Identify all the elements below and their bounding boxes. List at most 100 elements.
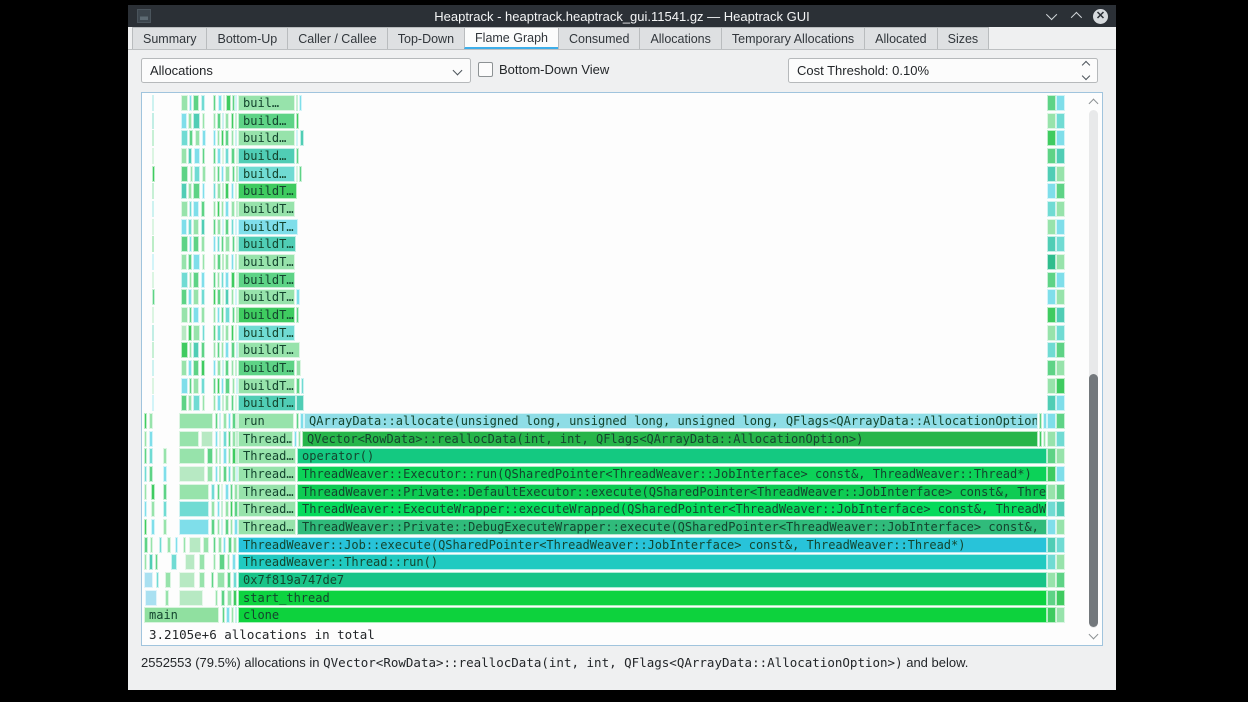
flame-frame[interactable] [218,536,222,553]
tab-temporary-allocations[interactable]: Temporary Allocations [720,27,866,49]
flame-frame[interactable] [223,536,226,553]
flame-frame[interactable] [181,218,187,235]
flame-frame[interactable] [222,183,224,200]
flame-frame[interactable] [217,165,220,182]
flame-frame[interactable] [227,589,232,606]
flame-frame[interactable]: buildT… [238,395,296,412]
flame-frame[interactable]: buildT… [238,377,295,394]
flame-frame[interactable] [152,95,154,111]
flame-frame[interactable]: buildT… [238,307,295,324]
flame-frame[interactable] [1056,236,1065,253]
flame-frame[interactable] [193,307,199,324]
flame-frame[interactable] [189,536,201,553]
flame-frame[interactable] [201,95,205,111]
flame-frame[interactable] [181,377,188,394]
flame-frame[interactable] [213,201,216,218]
flame-frame[interactable] [1047,483,1056,500]
flame-frame[interactable] [228,536,232,553]
flame-frame[interactable] [1047,342,1056,359]
flame-frame[interactable] [235,254,237,271]
flame-frame[interactable] [225,395,229,412]
flame-frame[interactable] [188,254,192,271]
flame-frame[interactable] [221,342,224,359]
flame-frame[interactable] [207,466,213,483]
flame-frame[interactable] [1056,289,1065,306]
flame-frame[interactable]: buildT… [238,201,295,218]
flame-frame[interactable] [217,271,220,288]
flame-frame[interactable] [144,536,148,553]
flame-frame[interactable]: main [144,607,219,624]
flame-frame[interactable] [232,377,235,394]
flame-frame[interactable] [221,519,223,536]
flame-frame[interactable] [299,95,302,111]
flame-frame[interactable] [144,554,147,571]
flame-frame[interactable] [225,360,229,377]
spin-down-icon[interactable] [1081,71,1091,81]
flame-frame[interactable] [1056,130,1065,147]
flame-frame[interactable] [232,307,235,324]
flame-frame[interactable] [202,254,205,271]
flame-frame[interactable] [201,289,205,306]
flame-frame[interactable] [144,519,147,536]
flame-frame[interactable] [296,377,300,394]
flame-frame[interactable]: start_thread [238,589,1047,606]
flame-frame[interactable] [144,501,147,518]
flame-frame[interactable] [1056,360,1065,377]
flame-frame[interactable] [217,501,220,518]
flame-frame[interactable] [217,254,221,271]
flame-frame[interactable]: QVector<RowData>::reallocData(int, int, … [302,430,1038,447]
flame-frame[interactable] [219,554,225,571]
flame-frame[interactable] [219,448,221,465]
flame-frame[interactable]: build… [238,112,295,129]
flame-frame[interactable] [188,360,192,377]
flame-frame[interactable] [193,324,200,341]
flame-frame[interactable] [222,324,224,341]
flame-frame[interactable] [296,95,298,111]
flame-frame[interactable] [213,342,216,359]
flame-frame[interactable] [181,307,188,324]
flame-frame[interactable] [1056,183,1065,200]
flame-frame[interactable] [1056,448,1065,465]
flame-frame[interactable] [145,589,157,606]
flame-frame[interactable] [1043,430,1046,447]
flame-frame[interactable] [225,271,229,288]
flame-frame[interactable] [193,183,200,200]
flame-frame[interactable] [155,554,158,571]
flame-frame[interactable] [300,130,304,147]
flame-frame[interactable] [181,360,187,377]
flame-frame[interactable] [1056,589,1065,606]
flame-frame[interactable] [1056,112,1065,129]
flame-frame[interactable] [235,112,237,129]
flame-frame[interactable] [152,218,154,235]
flame-frame[interactable] [225,130,229,147]
flame-frame[interactable] [235,324,237,341]
flame-frame[interactable] [201,218,205,235]
flame-frame[interactable] [194,148,200,164]
flame-frame[interactable] [151,483,155,500]
flame-frame[interactable]: operator() [297,448,1047,465]
flame-frame[interactable] [217,572,225,589]
flame-frame[interactable] [193,236,199,253]
flame-frame[interactable] [222,148,224,164]
flame-frame[interactable]: clone [238,607,1047,624]
flame-frame[interactable] [1056,377,1065,394]
flame-frame[interactable] [225,307,230,324]
flame-frame[interactable] [230,483,233,500]
flame-frame[interactable] [1056,519,1065,536]
flame-frame[interactable] [231,218,234,235]
flame-frame[interactable] [165,589,169,606]
flame-frame[interactable] [1047,112,1056,129]
flame-frame[interactable] [231,342,235,359]
flame-frame[interactable] [225,519,229,536]
flame-frame[interactable] [232,554,236,571]
flame-frame[interactable] [165,572,171,589]
flame-frame[interactable] [1047,466,1056,483]
flame-frame[interactable] [225,201,229,218]
flame-frame[interactable] [225,218,229,235]
flame-frame[interactable] [217,112,221,129]
flame-frame[interactable] [217,519,220,536]
flame-frame[interactable] [225,254,229,271]
flame-frame[interactable] [235,130,237,147]
flame-frame[interactable] [152,236,154,253]
flame-frame[interactable] [193,271,199,288]
